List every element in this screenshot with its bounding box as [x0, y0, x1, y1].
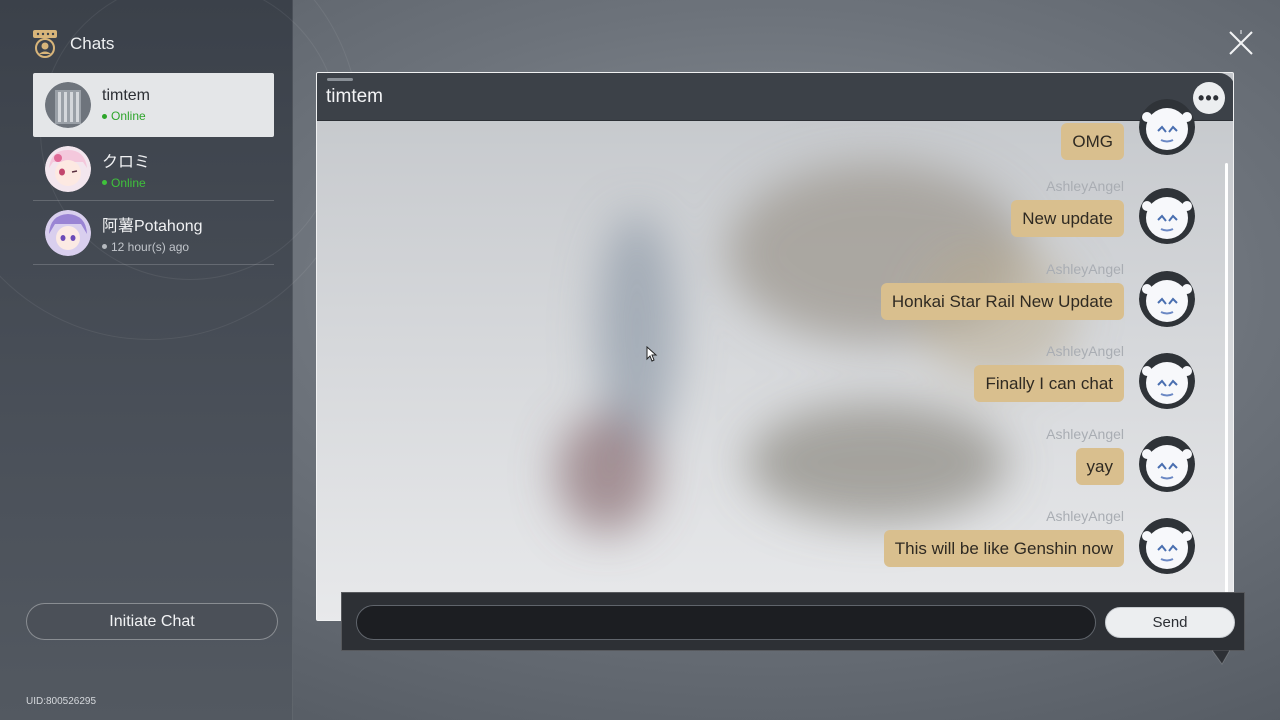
composer-panel: Send: [341, 592, 1245, 651]
speech-tail-icon: [1212, 650, 1230, 665]
message-sender: AshleyAngel: [1046, 261, 1124, 277]
contact-status: Online: [102, 109, 150, 123]
contact-status: Online: [102, 176, 150, 190]
contact-kuromi[interactable]: クロミ Online: [33, 137, 274, 201]
message-input[interactable]: [356, 605, 1096, 640]
mouse-cursor-icon: [646, 346, 658, 362]
status-text: Online: [111, 109, 146, 123]
status-text: 12 hour(s) ago: [111, 239, 190, 254]
avatar[interactable]: [1139, 436, 1195, 492]
message-row: AshleyAngel yay: [854, 426, 1214, 498]
initiate-chat-button[interactable]: Initiate Chat: [26, 603, 278, 640]
offline-dot-icon: [102, 244, 107, 249]
chat-window: timtem ••• OMG AshleyAngel New update As…: [316, 72, 1234, 621]
message-bubble: Finally I can chat: [974, 365, 1124, 402]
contact-name: timtem: [102, 87, 150, 104]
send-button[interactable]: Send: [1105, 607, 1235, 638]
chat-scrollbar[interactable]: [1225, 163, 1228, 613]
message-sender: AshleyAngel: [1046, 178, 1124, 194]
message-row: AshleyAngel New update: [854, 178, 1214, 250]
message-bubble: New update: [1011, 200, 1124, 237]
chat-bubbles-icon: [33, 30, 57, 58]
avatar[interactable]: [1139, 271, 1195, 327]
status-text: Online: [111, 175, 146, 190]
chats-header: Chats: [30, 28, 114, 60]
message-bubble: Honkai Star Rail New Update: [880, 283, 1124, 320]
chat-title: timtem: [326, 86, 383, 107]
chats-title: Chats: [70, 34, 115, 53]
contact-timtem[interactable]: timtem Online: [33, 73, 274, 137]
message-row: AshleyAngel This will be like Genshin no…: [854, 508, 1214, 580]
online-dot-icon: [102, 113, 107, 119]
avatar: [45, 82, 91, 128]
drag-handle[interactable]: [327, 78, 353, 81]
contact-name: 阿薯Potahong: [102, 217, 203, 235]
message-row: OMG: [854, 99, 1214, 173]
message-sender: AshleyAngel: [1046, 343, 1124, 359]
avatar: [45, 209, 91, 256]
message-row: AshleyAngel Finally I can chat: [854, 343, 1214, 415]
sidebar: Chats timtem Online クロミ Online 阿薯Potahon…: [0, 0, 360, 720]
message-bubble: OMG: [1061, 123, 1124, 160]
contact-name: クロミ: [102, 153, 151, 171]
contact-potahong[interactable]: 阿薯Potahong 12 hour(s) ago: [33, 201, 274, 265]
avatar: [45, 145, 91, 192]
contact-status: 12 hour(s) ago: [102, 240, 203, 254]
message-sender: AshleyAngel: [1046, 508, 1124, 524]
avatar[interactable]: [1139, 518, 1195, 574]
close-x-icon[interactable]: [1226, 28, 1256, 58]
avatar[interactable]: [1139, 353, 1195, 409]
message-bubble: This will be like Genshin now: [883, 530, 1124, 567]
avatar[interactable]: [1139, 188, 1195, 244]
uid-label: UID:800526295: [26, 696, 97, 707]
message-row: AshleyAngel Honkai Star Rail New Update: [854, 261, 1214, 333]
message-bubble: yay: [1075, 448, 1124, 485]
message-sender: AshleyAngel: [1046, 426, 1124, 442]
online-dot-icon: [102, 180, 107, 185]
avatar[interactable]: [1139, 99, 1195, 155]
